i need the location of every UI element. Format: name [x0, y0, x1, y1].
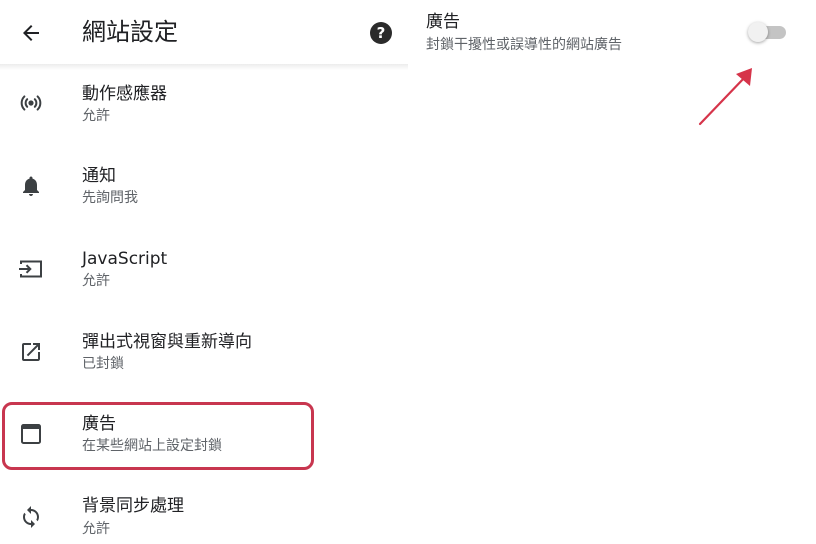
setting-title: 彈出式視窗與重新導向 — [82, 332, 252, 352]
sensors-icon — [16, 88, 46, 118]
setting-title: JavaScript — [82, 249, 168, 269]
setting-title: 通知 — [82, 166, 116, 186]
setting-item-ads[interactable]: 廣告 在某些網站上設定封鎖 — [0, 400, 408, 482]
ads-setting-title: 廣告 — [426, 12, 460, 32]
ads-detail-pane: 廣告 封鎖干擾性或誤導性的網站廣告 — [408, 0, 816, 544]
arrow-back-icon — [23, 25, 39, 41]
setting-item-motion-sensors[interactable]: 動作感應器 允許 — [0, 70, 408, 152]
toggle-thumb — [748, 22, 768, 42]
setting-item-popups[interactable]: 彈出式視窗與重新導向 已封鎖 — [0, 318, 408, 400]
ads-toggle-switch[interactable] — [748, 21, 788, 43]
setting-subtitle: 允許 — [82, 521, 110, 537]
javascript-icon — [16, 254, 46, 284]
setting-item-background-sync[interactable]: 背景同步處理 允許 — [0, 482, 408, 544]
ads-setting-description: 封鎖干擾性或誤導性的網站廣告 — [426, 37, 622, 53]
help-icon: ? — [370, 22, 392, 44]
setting-title: 廣告 — [82, 414, 116, 434]
back-button[interactable] — [14, 16, 48, 50]
web-window-icon — [16, 419, 46, 449]
setting-title: 背景同步處理 — [82, 496, 184, 516]
setting-subtitle: 先詢問我 — [82, 190, 138, 206]
setting-subtitle: 已封鎖 — [82, 356, 124, 372]
site-settings-pane: 網站設定 ? 動作感應器 允許 通知 先詢問我 JavaScript 允許 彈出… — [0, 0, 408, 544]
open-in-new-icon — [16, 337, 46, 367]
app-bar: 網站設定 ? — [0, 0, 408, 64]
page-title: 網站設定 — [82, 18, 178, 46]
setting-item-javascript[interactable]: JavaScript 允許 — [0, 235, 408, 317]
help-button[interactable]: ? — [368, 20, 394, 46]
setting-title: 動作感應器 — [82, 84, 167, 104]
sync-icon — [16, 502, 46, 532]
setting-subtitle: 允許 — [82, 273, 110, 289]
bell-icon — [16, 171, 46, 201]
setting-subtitle: 允許 — [82, 108, 110, 124]
setting-item-notifications[interactable]: 通知 先詢問我 — [0, 152, 408, 234]
setting-subtitle: 在某些網站上設定封鎖 — [82, 438, 222, 454]
